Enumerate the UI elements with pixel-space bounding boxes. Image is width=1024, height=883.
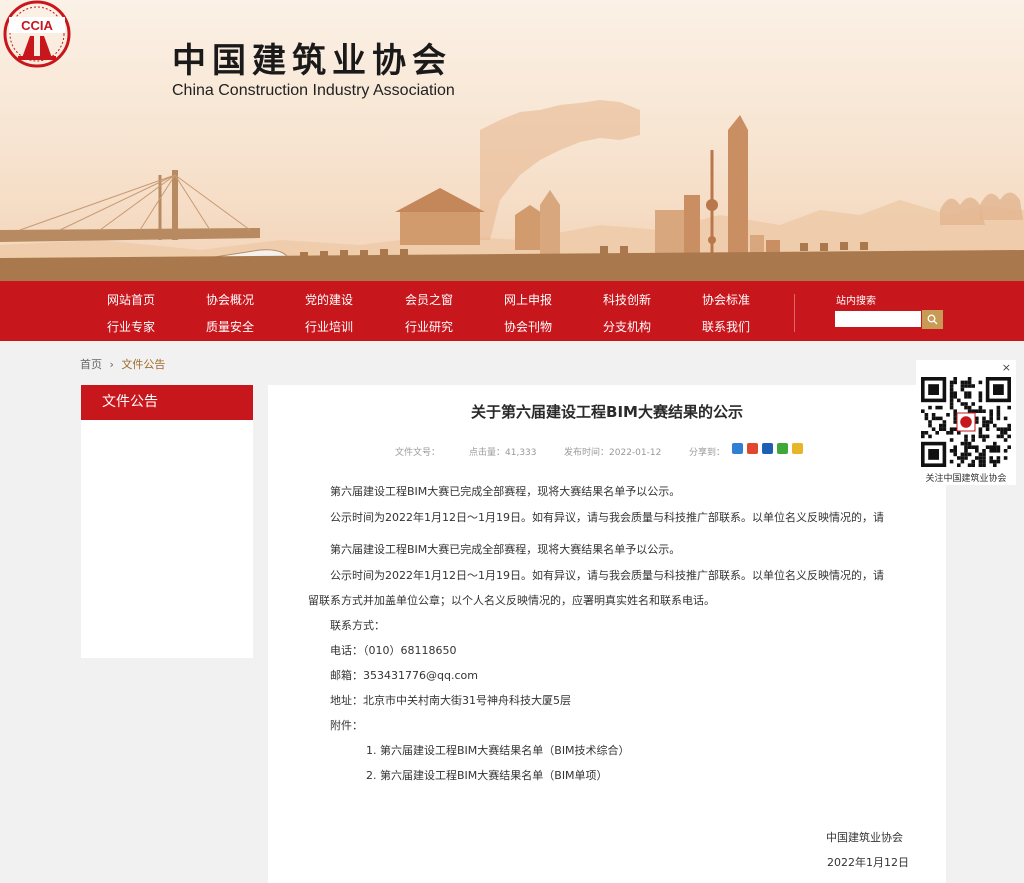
article-title: 关于第六届建设工程BIM大赛结果的公示 [471,403,743,421]
share-renren-icon[interactable] [762,443,773,454]
contact-email: 邮箱：353431776@qq.com [330,669,478,682]
close-icon[interactable]: × [1002,361,1011,374]
nav-experts[interactable]: 行业专家 [107,318,155,335]
nav-publications[interactable]: 协会刊物 [504,318,552,335]
contact-address: 地址：北京市中关村南大街31号神舟科技大厦5层 [330,694,571,707]
nav-about[interactable]: 协会概况 [206,291,254,308]
nav-contact[interactable]: 联系我们 [702,318,750,335]
share-wechat-icon[interactable] [777,443,788,454]
attachment-label: 附件： [330,719,363,732]
sidebar: 文件公告 [81,385,253,658]
ccia-logo[interactable]: CCIA [0,0,74,68]
contact-phone: 电话：（010）68118650 [330,644,457,657]
paragraph-1: 第六届建设工程BIM大赛已完成全部赛程，现将大赛结果名单予以公示。 [330,485,681,498]
meta-share-label: 分享到： [689,448,726,458]
site-title-english: China Construction Industry Association [172,82,455,99]
nav-training[interactable]: 行业培训 [305,318,353,335]
nav-home[interactable]: 网站首页 [107,291,155,308]
breadcrumb-current[interactable]: 文件公告 [121,358,165,371]
nav-party-building[interactable]: 党的建设 [305,291,353,308]
signature-organization: 中国建筑业协会 [826,831,903,844]
nav-research[interactable]: 行业研究 [405,318,453,335]
nav-standards[interactable]: 协会标准 [702,291,750,308]
share-weibo-icon[interactable] [747,443,758,454]
article-panel: 关于第六届建设工程BIM大赛结果的公示 文件文号： 点击量：41,333 发布时… [268,385,946,883]
nav-branches[interactable]: 分支机构 [603,318,651,335]
share-qzone-icon[interactable] [792,443,803,454]
nav-online-apply[interactable]: 网上申报 [504,291,552,308]
search-button[interactable] [922,310,943,329]
qr-caption: 关注中国建筑业协会 [925,474,1007,484]
breadcrumb: 首页 › 文件公告 [80,356,165,372]
nav-divider [794,294,795,332]
meta-publish-date: 发布时间：2022-01-12 [564,448,662,458]
qr-code-image [921,377,1011,467]
meta-doc-number: 文件文号： [395,448,441,458]
breadcrumb-separator: › [109,358,114,371]
attachment-link-2[interactable]: 2. 第六届建设工程BIM大赛结果名单（BIM单项） [366,767,608,783]
paragraph-5: 留联系方式并加盖单位公章；以个人名义反映情况的，应署明真实姓名和联系电话。 [308,594,715,607]
paragraph-2: 公示时间为2022年1月12日～1月19日。如有异议，请与我会质量与科技推广部联… [330,511,884,524]
qr-code-popup: × 关注中国建筑业协会 [916,360,1016,485]
search-icon [927,314,938,325]
site-title-chinese: 中国建筑业协会 [172,41,452,81]
sidebar-title[interactable]: 文件公告 [81,385,253,420]
nav-members[interactable]: 会员之窗 [405,291,453,308]
svg-text:CCIA: CCIA [21,18,53,33]
meta-views: 点击量：41,333 [469,448,537,458]
paragraph-4: 公示时间为2022年1月12日～1月19日。如有异议，请与我会质量与科技推广部联… [330,569,884,582]
nav-innovation[interactable]: 科技创新 [603,291,651,308]
breadcrumb-home[interactable]: 首页 [80,358,102,371]
signature-date: 2022年1月12日 [827,856,909,869]
header-banner: CCIA 中国建筑业协会 China Construction Industry… [0,0,1024,281]
city-skyline-illustration [0,100,1024,281]
search-input[interactable] [835,311,921,327]
share-icons [732,443,803,454]
share-plus-icon[interactable] [732,443,743,454]
nav-quality-safety[interactable]: 质量安全 [206,318,254,335]
search-label: 站内搜索 [836,296,876,307]
paragraph-3: 第六届建设工程BIM大赛已完成全部赛程，现将大赛结果名单予以公示。 [330,543,681,556]
attachment-link-1[interactable]: 1. 第六届建设工程BIM大赛结果名单（BIM技术综合） [366,742,630,758]
contact-label: 联系方式： [330,619,385,632]
